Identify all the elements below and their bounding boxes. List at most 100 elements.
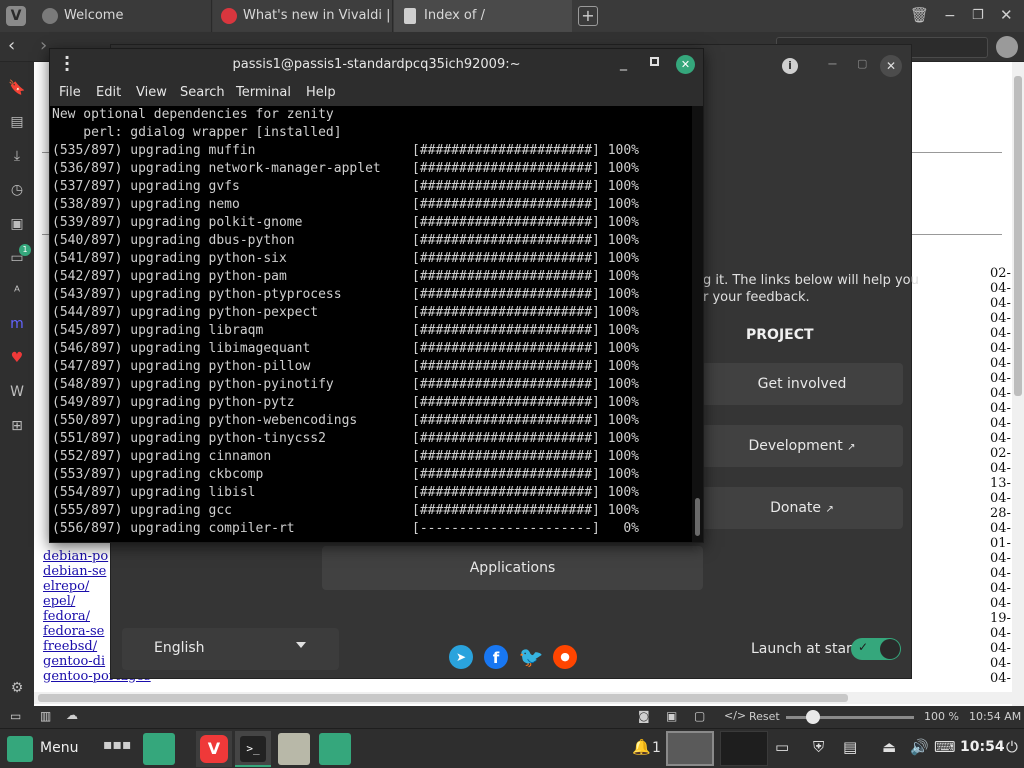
wikipedia-icon[interactable]: W	[7, 382, 27, 402]
kebab-menu-icon[interactable]: · · ·	[64, 50, 70, 78]
cloud-sync-icon[interactable]: ☁	[66, 708, 78, 722]
applications-button[interactable]: Applications	[322, 546, 703, 590]
menu-terminal[interactable]: Terminal	[236, 85, 291, 100]
twitter-icon[interactable]: 🐦	[518, 645, 544, 669]
dialog-maximize-icon[interactable]: ▢	[857, 57, 867, 70]
zoom-level: 100 %	[924, 710, 959, 723]
network-icon[interactable]: ⏏	[882, 738, 896, 756]
menu-file[interactable]: File	[59, 85, 81, 100]
directory-link[interactable]: epel/	[43, 594, 75, 609]
dialog-minimize-icon[interactable]: −	[827, 57, 838, 72]
update-shield-icon[interactable]: ⛨	[813, 738, 824, 756]
keyboard-layout-icon[interactable]: ⌨	[934, 738, 956, 756]
vivaldi-icon[interactable]: ♥	[7, 348, 27, 368]
launch-at-start-toggle[interactable]: ✓	[851, 638, 901, 660]
maximize-icon[interactable]: ❐	[972, 8, 984, 23]
directory-link[interactable]: elrepo/	[43, 579, 89, 594]
tab-label: What's new in Vivaldi | Viva	[243, 8, 392, 23]
date-cell: 04-	[990, 356, 1011, 371]
scroll-thumb[interactable]	[1014, 76, 1022, 396]
capture-icon[interactable]: ◙	[638, 709, 650, 723]
menu-help[interactable]: Help	[306, 85, 336, 100]
development-button[interactable]: Development ↗	[701, 425, 903, 467]
menu-search[interactable]: Search	[180, 85, 225, 100]
close-icon[interactable]: ✕	[1000, 6, 1013, 24]
workspace-1[interactable]	[666, 731, 714, 766]
terminal-titlebar[interactable]: passis1@passis1-standardpcq35ich92009:~	[50, 49, 703, 81]
taskbar-terminal[interactable]: >_	[235, 731, 271, 767]
directory-link[interactable]: fedora/	[43, 609, 90, 624]
show-desktop-icon[interactable]: ▪▪▪	[103, 737, 131, 753]
zoom-slider[interactable]	[786, 710, 914, 724]
code-icon[interactable]: </>	[724, 709, 746, 722]
donate-button[interactable]: Donate ↗	[701, 487, 903, 529]
display-icon[interactable]: ▭	[775, 738, 789, 756]
date-cell: 04-	[990, 566, 1011, 581]
page-actions-icon[interactable]: ▢	[694, 709, 705, 723]
scroll-thumb[interactable]	[38, 694, 848, 702]
bookmarks-icon[interactable]: 🔖	[7, 78, 27, 98]
language-select[interactable]: English	[122, 628, 339, 670]
minimize-icon[interactable]: _	[620, 55, 627, 71]
vivaldi-icon: V	[200, 735, 228, 763]
tab-whats-new[interactable]: What's new in Vivaldi | Viva	[213, 0, 393, 32]
tile-tabs-icon[interactable]: ▥	[40, 709, 51, 723]
welcome-app-icon[interactable]	[319, 733, 351, 765]
button-label: Development	[748, 438, 843, 454]
volume-icon[interactable]: 🔊	[910, 738, 929, 756]
telegram-icon[interactable]: ➤	[449, 645, 473, 669]
mint-menu-icon[interactable]	[7, 736, 33, 762]
zoom-reset[interactable]: Reset	[749, 710, 780, 723]
vivaldi-menu-icon[interactable]: V	[6, 6, 26, 26]
directory-link[interactable]: debian-se	[43, 564, 106, 579]
tab-welcome[interactable]: Welcome	[34, 0, 212, 32]
horizontal-scrollbar[interactable]	[34, 692, 1012, 704]
terminal-scrollbar[interactable]	[692, 106, 703, 542]
panel-toggle-icon[interactable]: ▭	[10, 709, 21, 723]
directory-link[interactable]: freebsd/	[43, 639, 97, 654]
dialog-close-icon[interactable]: ✕	[880, 55, 902, 77]
taskbar-vivaldi[interactable]: V	[196, 731, 232, 767]
info-icon[interactable]: i	[782, 58, 798, 74]
directory-link[interactable]: gentoo-di	[43, 654, 105, 669]
forward-icon[interactable]: ›	[40, 35, 47, 56]
directory-link[interactable]: debian-po	[43, 549, 108, 564]
terminal-output[interactable]: New optional dependencies for zenity per…	[50, 106, 692, 542]
archive-manager-icon[interactable]	[278, 733, 310, 765]
tab-index[interactable]: Index of /	[394, 0, 572, 32]
date-cell: 04-	[990, 656, 1011, 671]
reddit-icon[interactable]: ●	[553, 645, 577, 669]
clipboard-icon[interactable]: ▤	[843, 738, 857, 756]
files-icon[interactable]	[143, 733, 175, 765]
get-involved-button[interactable]: Get involved	[701, 363, 903, 405]
translate-icon[interactable]: ᴬ	[7, 282, 27, 302]
menu-edit[interactable]: Edit	[96, 85, 121, 100]
reading-list-icon[interactable]: ▤	[7, 112, 27, 132]
power-icon[interactable]: ⏻	[1006, 738, 1018, 756]
close-icon[interactable]: ✕	[676, 55, 695, 74]
image-toggle-icon[interactable]: ▣	[666, 709, 677, 723]
menu-view[interactable]: View	[136, 85, 167, 100]
history-icon[interactable]: ◷	[7, 180, 27, 200]
maximize-icon[interactable]	[650, 57, 659, 66]
notifications-icon[interactable]: 🔔	[632, 738, 651, 756]
minimize-icon[interactable]: −	[944, 8, 956, 24]
slider-knob[interactable]	[806, 710, 820, 724]
terminal-line: (543/897) upgrading python-ptyprocess [#…	[52, 287, 639, 302]
settings-icon[interactable]: ⚙	[7, 678, 27, 698]
page-scrollbar[interactable]	[1012, 62, 1024, 706]
menu-button[interactable]: Menu	[40, 740, 78, 756]
scroll-thumb[interactable]	[695, 498, 700, 536]
profile-avatar[interactable]	[996, 36, 1018, 58]
trash-icon[interactable]: 🗑	[910, 6, 929, 24]
back-icon[interactable]: ‹	[8, 35, 15, 56]
add-panel-icon[interactable]: ⊞	[7, 416, 27, 436]
terminal-line: (547/897) upgrading python-pillow [#####…	[52, 359, 639, 374]
notes-icon[interactable]: ▣	[7, 214, 27, 234]
workspace-2[interactable]	[720, 731, 768, 766]
mastodon-icon[interactable]: m	[7, 314, 27, 334]
new-tab-icon[interactable]: +	[578, 6, 598, 26]
directory-link[interactable]: fedora-se	[43, 624, 104, 639]
downloads-icon[interactable]: ⤓	[7, 146, 27, 166]
facebook-icon[interactable]: f	[484, 645, 508, 669]
